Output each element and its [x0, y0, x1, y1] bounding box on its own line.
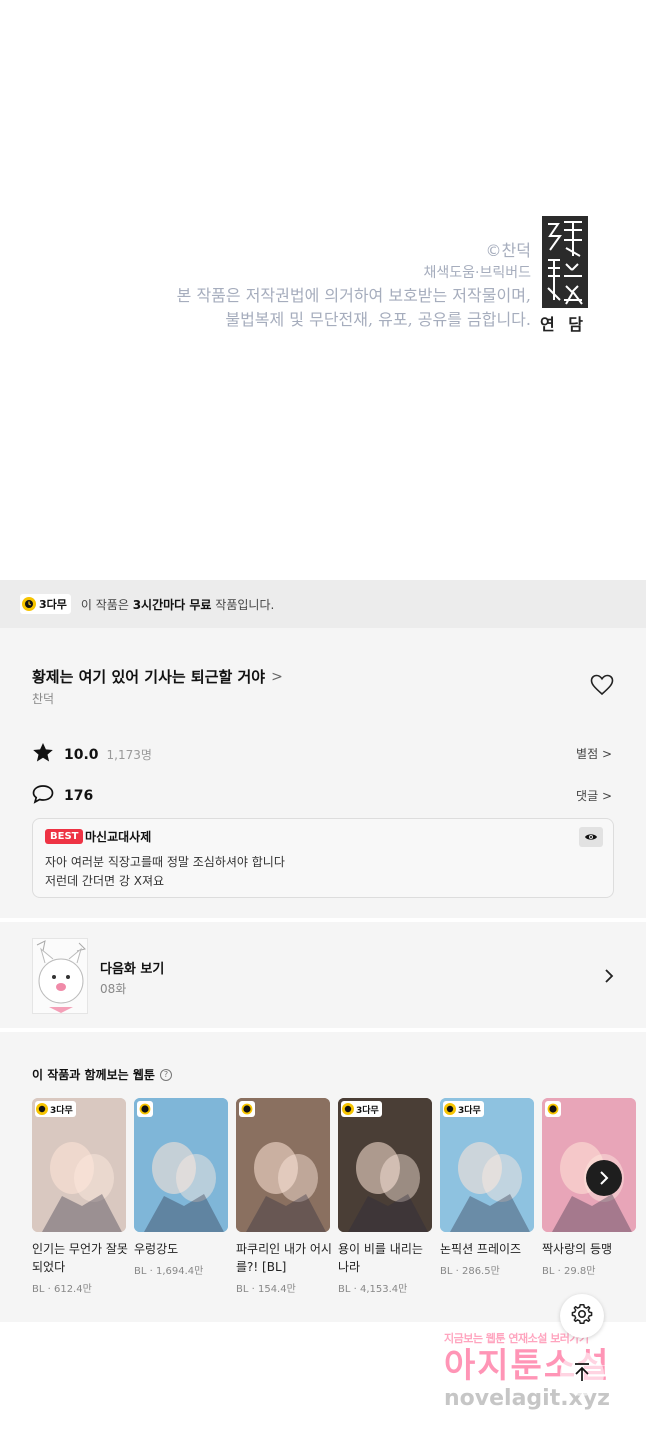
- banner-text-prefix: 이 작품은: [80, 597, 133, 612]
- scroll-top-button[interactable]: [560, 1352, 604, 1396]
- arrow-up-icon: [573, 1362, 591, 1386]
- recommendations-section: 이 작품과 함께보는 웹툰 ? 3다무인기는 무언가 잘못되었다 BL · 612…: [0, 1032, 646, 1322]
- recommendation-title: 인기는 무언가 잘못되었다: [32, 1242, 128, 1274]
- recommendations-heading: 이 작품과 함께보는 웹툰 ?: [32, 1066, 172, 1083]
- wait-free-badge: 3다무: [20, 594, 71, 614]
- comment-row: 176: [32, 784, 93, 808]
- seal-label: 연 담: [540, 315, 588, 334]
- work-author: 찬덕: [32, 692, 55, 706]
- comment-count: 176: [64, 788, 94, 804]
- recommendation-cover: [134, 1098, 228, 1232]
- carousel-next-button[interactable]: [586, 1160, 622, 1196]
- recommendation-cover: 3다무: [440, 1098, 534, 1232]
- work-title: 황제는 여기 있어 기사는 퇴근할 거야: [32, 668, 266, 686]
- recommendation-cover: [542, 1098, 636, 1232]
- recommendation-card[interactable]: 우렁강도 BL · 1,694.4만: [134, 1098, 228, 1277]
- title-chevron-icon: >: [271, 668, 283, 685]
- clock-icon: [239, 1101, 255, 1117]
- best-comment-user: 마신교대사제: [85, 830, 152, 844]
- recommendation-title: 짝사랑의 등맹: [542, 1242, 613, 1256]
- next-episode-thumbnail: [32, 938, 88, 1014]
- recommendation-meta: BL · 286.5만: [440, 1266, 500, 1277]
- watermark-line1: 지금보는 웹툰 연재소설 보러가기: [444, 1332, 589, 1345]
- recommendation-card[interactable]: 3다무논픽션 프레이즈 BL · 286.5만: [440, 1098, 534, 1277]
- gear-icon: [571, 1303, 593, 1329]
- watermark: 지금보는 웹툰 연재소설 보러가기 아지툰소설 novelagit.xyz: [444, 1330, 634, 1412]
- best-comment-card[interactable]: BEST 마신교대사제 자아 여러분 직장고를때 정말 조심하셔야 합니다 저런…: [32, 818, 614, 898]
- rating-link[interactable]: 별점 >: [576, 745, 612, 762]
- clock-icon: [137, 1101, 153, 1117]
- recommendation-card[interactable]: 3다무인기는 무언가 잘못되었다 BL · 612.4만: [32, 1098, 128, 1295]
- recommendation-cover: 3다무: [32, 1098, 126, 1232]
- copyright-notice-1: 본 작품은 저작권법에 의거하여 보호받는 저작물이며,: [176, 286, 531, 305]
- work-title-link[interactable]: 황제는 여기 있어 기사는 퇴근할 거야 >: [32, 666, 283, 687]
- best-comment-line2: 저런데 간더면 강 X져요: [45, 874, 165, 888]
- recommendation-title: 파쿠리인 내가 어시를?! [BL]: [236, 1242, 332, 1274]
- next-episode-number: 08화: [100, 982, 127, 996]
- rating-count: 1,173명: [106, 748, 152, 762]
- recommendation-title: 논픽션 프레이즈: [440, 1242, 522, 1256]
- credit-text: ©찬덕 채색도움·브릭버드 본 작품은 저작권법에 의거하여 보호받는 저작물이…: [177, 240, 531, 332]
- free-banner: 3다무 이 작품은 3시간마다 무료 작품입니다.: [0, 580, 646, 628]
- best-badge: BEST: [45, 829, 84, 844]
- settings-button[interactable]: [560, 1294, 604, 1338]
- copyright-notice-2: 불법복제 및 무단전재, 유포, 공유를 금합니다.: [225, 310, 531, 329]
- recommendation-title: 우렁강도: [134, 1242, 179, 1256]
- wait-free-badge: 3다무: [341, 1101, 382, 1117]
- clock-icon: [545, 1101, 561, 1117]
- wait-free-badge-label: 3다무: [50, 1105, 73, 1116]
- work-info-panel: 황제는 여기 있어 기사는 퇴근할 거야 > 찬덕 10.0 1,173명 별점…: [0, 628, 646, 918]
- comment-icon: [32, 784, 54, 808]
- recommendation-card[interactable]: 3다무용이 비를 내리는 나라 BL · 4,153.4만: [338, 1098, 432, 1295]
- heart-icon[interactable]: [590, 674, 614, 700]
- clock-icon: [444, 1103, 456, 1115]
- credits-section: ©찬덕 채색도움·브릭버드 본 작품은 저작권법에 의거하여 보호받는 저작물이…: [0, 0, 646, 580]
- rating-row: 10.0 1,173명: [32, 742, 152, 767]
- clock-icon: [342, 1103, 354, 1115]
- wait-free-badge: 3다무: [443, 1101, 484, 1117]
- recommendation-meta: BL · 154.4만: [236, 1284, 296, 1295]
- watermark-line2: 아지툰소설: [444, 1346, 611, 1386]
- wait-free-badge-label: 3다무: [39, 598, 67, 611]
- recommendation-meta: BL · 29.8만: [542, 1266, 596, 1277]
- clock-icon: [36, 1103, 48, 1115]
- star-icon: [32, 742, 54, 767]
- best-comment-line1: 자아 여러분 직장고를때 정말 조심하셔야 합니다: [45, 855, 285, 869]
- recommendation-meta: BL · 1,694.4만: [134, 1266, 204, 1277]
- comment-link[interactable]: 댓글 >: [576, 787, 612, 804]
- next-episode-title: 다음화 보기: [100, 962, 165, 977]
- banner-text-suffix: 작품입니다.: [211, 597, 275, 612]
- recommendation-cover: [236, 1098, 330, 1232]
- recommendations-title: 이 작품과 함께보는 웹툰: [32, 1068, 155, 1082]
- recommendation-card[interactable]: 파쿠리인 내가 어시를?! [BL] BL · 154.4만: [236, 1098, 332, 1295]
- copyright-text: ©찬덕: [485, 241, 531, 260]
- studio-text: 채색도움·브릭버드: [423, 265, 532, 281]
- recommendation-cover: 3다무: [338, 1098, 432, 1232]
- banner-text: 이 작품은 3시간마다 무료 작품입니다.: [81, 596, 274, 613]
- recommendation-meta: BL · 4,153.4만: [338, 1284, 408, 1295]
- publisher-seal-logo: [542, 216, 588, 308]
- chevron-right-icon: [604, 968, 614, 988]
- rating-score: 10.0: [64, 746, 99, 763]
- eye-icon[interactable]: [579, 827, 603, 847]
- wait-free-badge-label: 3다무: [458, 1105, 481, 1116]
- watermark-line3: novelagit.xyz: [444, 1386, 610, 1411]
- wait-free-badge: 3다무: [35, 1101, 76, 1117]
- help-icon[interactable]: ?: [159, 1068, 172, 1081]
- wait-free-badge-label: 3다무: [356, 1105, 379, 1116]
- banner-text-bold: 3시간마다 무료: [132, 597, 212, 612]
- recommendation-meta: BL · 612.4만: [32, 1284, 92, 1295]
- recommendation-title: 용이 비를 내리는 나라: [338, 1242, 423, 1274]
- clock-icon: [22, 597, 36, 611]
- next-episode-row[interactable]: 다음화 보기 08화: [0, 922, 646, 1028]
